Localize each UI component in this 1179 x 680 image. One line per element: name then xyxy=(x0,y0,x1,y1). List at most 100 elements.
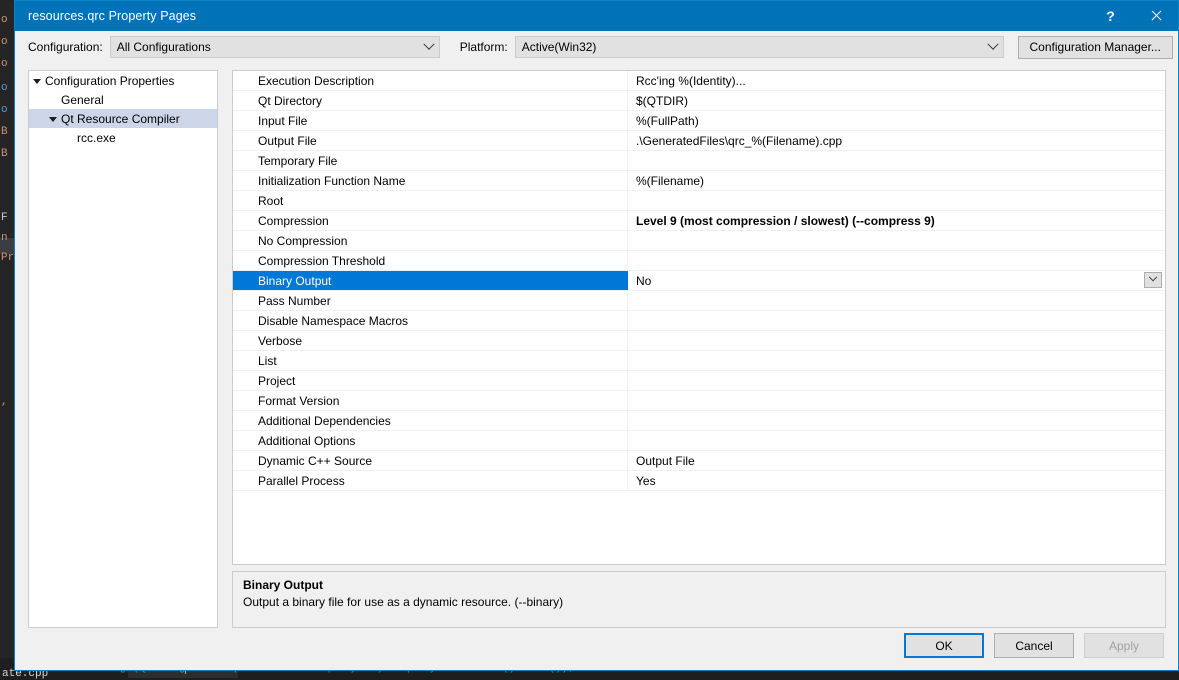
editor-text-fragment: o xyxy=(1,58,8,70)
property-name-cell: No Compression xyxy=(233,231,628,250)
configuration-properties-tree[interactable]: Configuration Properties General Qt Resour… xyxy=(28,70,218,628)
tree-item-label: Qt Resource Compiler xyxy=(61,111,180,126)
platform-combobox[interactable]: Active(Win32) xyxy=(514,36,1004,58)
property-row[interactable]: No Compression xyxy=(233,231,1165,251)
editor-text-fragment: o xyxy=(1,14,8,26)
property-name-cell: List xyxy=(233,351,628,370)
property-value-cell[interactable]: $(QTDIR) xyxy=(628,91,1165,110)
tree-item[interactable]: General xyxy=(29,90,217,109)
property-name-cell: Temporary File xyxy=(233,151,628,170)
tree-item-label: rcc.exe xyxy=(77,130,116,145)
property-description-text: Output a binary file for use as a dynami… xyxy=(243,595,564,609)
property-row[interactable]: Qt Directory $(QTDIR) xyxy=(233,91,1165,111)
property-row[interactable]: Compression Level 9 (most compression / s… xyxy=(233,211,1165,231)
property-description-title: Binary Output xyxy=(243,578,323,592)
property-value-cell[interactable] xyxy=(628,351,1165,370)
editor-text-fragment: o xyxy=(1,82,8,94)
property-value-cell[interactable] xyxy=(628,371,1165,390)
property-value-cell[interactable]: Yes xyxy=(628,471,1165,490)
property-row[interactable]: List xyxy=(233,351,1165,371)
property-name-cell: Input File xyxy=(233,111,628,130)
cancel-button[interactable]: Cancel xyxy=(994,633,1074,658)
property-name-cell: Project xyxy=(233,371,628,390)
dialog-footer: OK Cancel Apply xyxy=(15,619,1178,671)
property-row[interactable]: Output File .\GeneratedFiles\qrc_%(Filena… xyxy=(233,131,1165,151)
tree-item[interactable]: Configuration Properties xyxy=(29,71,217,90)
platform-label: Platform: xyxy=(459,40,508,54)
dialog-titlebar[interactable]: resources.qrc Property Pages ? xyxy=(15,1,1178,31)
property-name-cell: Verbose xyxy=(233,331,628,350)
expander-triangle-icon[interactable] xyxy=(45,116,61,122)
tree-item-label: Configuration Properties xyxy=(45,73,175,88)
property-value-cell[interactable]: No xyxy=(628,271,1165,290)
tree-item[interactable]: Qt Resource Compiler xyxy=(29,109,217,128)
configuration-manager-button[interactable]: Configuration Manager... xyxy=(1017,35,1173,59)
property-name-cell: Dynamic C++ Source xyxy=(233,451,628,470)
property-row[interactable]: Binary Output No xyxy=(233,271,1165,291)
editor-text-fragment: , xyxy=(1,396,8,408)
configuration-combobox-value: All Configurations xyxy=(116,40,211,54)
property-row[interactable]: Dynamic C++ Source Output File xyxy=(233,451,1165,471)
editor-text-fragment: Pr xyxy=(1,252,15,264)
property-name-cell: Initialization Function Name xyxy=(233,171,628,190)
property-value-cell[interactable] xyxy=(628,231,1165,250)
property-value-cell[interactable] xyxy=(628,331,1165,350)
property-value-cell[interactable]: %(FullPath) xyxy=(628,111,1165,130)
property-value-cell[interactable] xyxy=(628,411,1165,430)
expander-triangle-icon[interactable] xyxy=(29,78,45,84)
property-row[interactable]: Root xyxy=(233,191,1165,211)
configuration-combobox[interactable]: All Configurations xyxy=(109,36,440,58)
configuration-label: Configuration: xyxy=(28,40,103,54)
property-value-cell[interactable]: Output File xyxy=(628,451,1165,470)
property-value-cell[interactable]: .\GeneratedFiles\qrc_%(Filename).cpp xyxy=(628,131,1165,150)
property-name-cell: Compression xyxy=(233,211,628,230)
property-row[interactable]: Temporary File xyxy=(233,151,1165,171)
editor-text-fragment: o xyxy=(1,36,8,48)
property-row[interactable]: Project xyxy=(233,371,1165,391)
property-value-cell[interactable]: Rcc'ing %(Identity)... xyxy=(628,71,1165,90)
property-value-cell[interactable]: %(Filename) xyxy=(628,171,1165,190)
editor-text-fragment: B xyxy=(1,126,8,138)
property-row[interactable]: Compression Threshold xyxy=(233,251,1165,271)
titlebar-button-group: ? xyxy=(1088,1,1178,31)
property-name-cell: Disable Namespace Macros xyxy=(233,311,628,330)
property-value-cell[interactable] xyxy=(628,431,1165,450)
property-name-cell: Parallel Process xyxy=(233,471,628,490)
property-name-cell: Execution Description xyxy=(233,71,628,90)
property-value-cell[interactable] xyxy=(628,151,1165,170)
property-name-cell: Root xyxy=(233,191,628,210)
property-value-cell[interactable] xyxy=(628,391,1165,410)
property-value-cell[interactable] xyxy=(628,251,1165,270)
tree-item[interactable]: rcc.exe xyxy=(29,128,217,147)
property-row[interactable]: Format Version xyxy=(233,391,1165,411)
property-value-cell[interactable] xyxy=(628,191,1165,210)
property-name-cell: Qt Directory xyxy=(233,91,628,110)
property-value-cell[interactable]: Level 9 (most compression / slowest) (--… xyxy=(628,211,1165,230)
property-row[interactable]: Execution Description Rcc'ing %(Identity)… xyxy=(233,71,1165,91)
editor-text-fragment: B xyxy=(1,148,8,160)
configuration-bar: Configuration: All Configurations Platfo… xyxy=(15,31,1178,63)
property-row[interactable]: Parallel Process Yes xyxy=(233,471,1165,491)
ok-button[interactable]: OK xyxy=(904,633,984,658)
property-row[interactable]: Initialization Function Name %(Filename) xyxy=(233,171,1165,191)
property-row[interactable]: Pass Number xyxy=(233,291,1165,311)
footer-button-group: OK Cancel Apply xyxy=(904,633,1164,658)
dialog-body: Configuration Properties General Qt Resour… xyxy=(15,63,1178,628)
tree-item-label: General xyxy=(61,92,104,107)
property-row[interactable]: Additional Dependencies xyxy=(233,411,1165,431)
chevron-down-icon xyxy=(1148,272,1158,282)
property-name-cell: Binary Output xyxy=(233,271,628,290)
property-row[interactable]: Additional Options xyxy=(233,431,1165,451)
property-value-cell[interactable] xyxy=(628,311,1165,330)
property-value-cell[interactable] xyxy=(628,291,1165,310)
help-icon[interactable]: ? xyxy=(1088,1,1133,31)
property-row[interactable]: Verbose xyxy=(233,331,1165,351)
property-name-cell: Additional Dependencies xyxy=(233,411,628,430)
close-icon xyxy=(1150,10,1162,22)
chevron-down-icon xyxy=(983,38,1003,51)
value-dropdown-button[interactable] xyxy=(1144,272,1162,288)
property-row[interactable]: Input File %(FullPath) xyxy=(233,111,1165,131)
close-button[interactable] xyxy=(1133,1,1178,31)
property-grid[interactable]: Execution Description Rcc'ing %(Identity)… xyxy=(232,70,1166,565)
property-row[interactable]: Disable Namespace Macros xyxy=(233,311,1165,331)
